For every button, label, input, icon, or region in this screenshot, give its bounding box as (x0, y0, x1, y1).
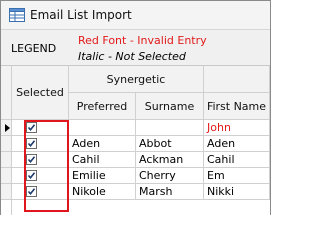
column-header-preferred[interactable]: Preferred (69, 93, 136, 120)
legend-label: LEGEND (11, 42, 57, 55)
surname-cell[interactable]: Ackman (136, 152, 204, 168)
group-header-empty (204, 66, 270, 93)
group-header-synergetic: Synergetic (69, 66, 204, 93)
title-bar: Email List Import (1, 1, 270, 30)
row-header-blank (1, 200, 12, 215)
legend-not-selected: Italic - Not Selected (78, 50, 186, 63)
preferred-cell[interactable]: Cahil (69, 152, 136, 168)
row-header[interactable] (1, 120, 12, 136)
first-name-cell[interactable]: Cahil (204, 152, 270, 168)
column-header-first-name-label: First Name (206, 100, 267, 113)
row-header[interactable] (1, 152, 12, 168)
selected-column-highlight (24, 120, 69, 212)
current-row-arrow-icon (5, 124, 10, 132)
email-list-import-window: Email List Import LEGEND Red Font - Inva… (0, 0, 271, 215)
column-header-surname-label: Surname (144, 100, 195, 113)
surname-cell[interactable] (136, 120, 204, 136)
legend-panel: LEGEND Red Font - Invalid Entry Italic -… (1, 30, 270, 65)
first-name-cell[interactable]: Em (204, 168, 270, 184)
first-name-cell[interactable]: John (204, 120, 270, 136)
surname-cell[interactable]: Abbot (136, 136, 204, 152)
envelope-grid-icon (9, 8, 25, 22)
preferred-cell[interactable]: Nikole (69, 184, 136, 200)
column-header-selected[interactable]: Selected (12, 66, 69, 120)
window-title: Email List Import (30, 8, 132, 22)
first-name-cell[interactable]: Aden (204, 136, 270, 152)
first-name-cell[interactable]: Nikki (204, 184, 270, 200)
row-header[interactable] (1, 136, 12, 152)
row-header-corner (1, 66, 12, 120)
surname-cell[interactable]: Marsh (136, 184, 204, 200)
surname-cell[interactable]: Cherry (136, 168, 204, 184)
group-header-synergetic-label: Synergetic (106, 73, 166, 86)
row-header[interactable] (1, 168, 12, 184)
row-header[interactable] (1, 184, 12, 200)
column-header-first-name[interactable]: First Name (204, 93, 270, 120)
preferred-cell[interactable] (69, 120, 136, 136)
column-header-selected-label: Selected (16, 86, 64, 99)
column-header-surname[interactable]: Surname (136, 93, 204, 120)
legend-invalid-entry: Red Font - Invalid Entry (78, 34, 207, 47)
preferred-cell[interactable]: Aden (69, 136, 136, 152)
preferred-cell[interactable]: Emilie (69, 168, 136, 184)
column-header-preferred-label: Preferred (76, 100, 128, 113)
